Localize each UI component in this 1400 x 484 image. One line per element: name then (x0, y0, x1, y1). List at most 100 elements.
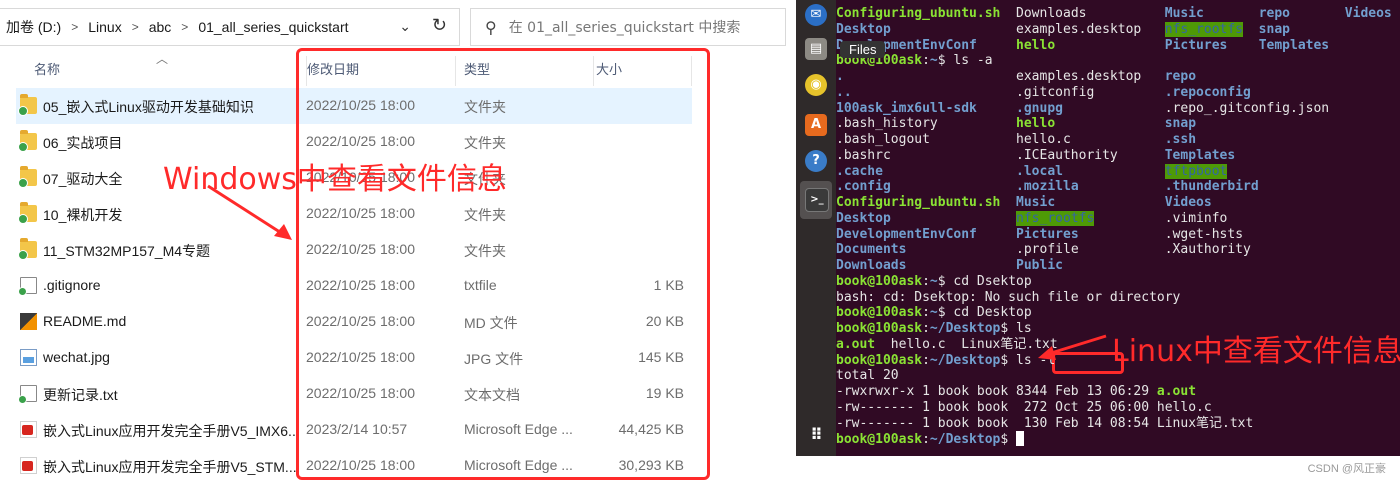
breadcrumb-current[interactable]: 01_all_series_quickstart (192, 19, 354, 35)
column-date[interactable]: 修改日期 (306, 56, 456, 86)
terminal-text: 100ask_imx6ull-sdk (836, 100, 977, 116)
terminal-line: bash: cd: Dsektop: No such file or direc… (836, 290, 1180, 306)
terminal-text: .gitconfig (851, 84, 1165, 100)
annotation-arrow (1038, 334, 1107, 360)
terminal-line: Documents .profile .Xauthority (836, 242, 1251, 258)
ubuntu-desktop: ✉ ▤ ◉ A ? >_ ⠿ Configuring_ubuntu.sh Dow… (796, 0, 1400, 482)
file-size: 20 KB (645, 313, 684, 329)
terminal-line: 100ask_imx6ull-sdk .gnupg .repo_.gitconf… (836, 101, 1329, 117)
terminal-text: a.out (836, 336, 876, 352)
terminal-text: hello (1016, 116, 1056, 132)
terminal-text: : (922, 321, 930, 336)
file-name: 07_驱动大全 (43, 171, 123, 187)
text-file-icon (18, 385, 37, 404)
terminal-text: .repo_.gitconfig.json (1063, 100, 1330, 116)
terminal-line: book@100ask:~$ cd Desktop (836, 305, 1032, 321)
terminal-text: hello.c Linux笔记.txt (875, 336, 1058, 352)
terminal-line: Configuring_ubuntu.sh Downloads Music re… (836, 6, 1392, 22)
address-bar[interactable]: 加卷 (D:) > Linux > abc > 01_all_series_qu… (0, 8, 460, 46)
terminal-text: Templates (1258, 37, 1330, 53)
terminal-text: ~ (929, 53, 938, 69)
terminal-text: ~ (929, 305, 938, 321)
terminal-text: $ cd Dsektop (937, 273, 1032, 289)
terminal-text: repo (1164, 69, 1197, 84)
terminal-text: repo (1258, 6, 1290, 21)
files-icon[interactable]: ▤ (805, 38, 827, 60)
folder-icon (18, 238, 37, 260)
file-row[interactable]: wechat.jpg 2022/10/25 18:00 JPG 文件 145 KB (16, 340, 692, 376)
search-placeholder[interactable]: 在 01_all_series_quickstart 中搜索 (509, 17, 741, 37)
terminal-text: book@100ask (836, 305, 923, 321)
terminal-text: : (922, 53, 930, 69)
column-name[interactable]: 名称 (34, 56, 298, 86)
show-apps-icon[interactable]: ⠿ (805, 424, 827, 446)
pdf-file-icon (20, 457, 37, 474)
chevron-right-icon: > (131, 20, 139, 34)
file-type: txtfile (464, 277, 497, 293)
terminal-text: .local (1016, 163, 1063, 179)
terminal-icon[interactable]: >_ (805, 188, 829, 212)
terminal-line: .bash_logout hello.c .ssh (836, 132, 1196, 148)
file-row[interactable]: 10_裸机开发 2022/10/25 18:00 文件夹 (16, 196, 692, 232)
terminal-text: book@100ask (836, 273, 923, 289)
folder-icon (18, 166, 37, 188)
terminal-text: examples.desktop (843, 69, 1165, 84)
file-name: wechat.jpg (43, 349, 110, 365)
terminal-line: Desktop nfs_rootfs .viminfo (836, 210, 1227, 227)
terminal-line: .bashrc .ICEauthority Templates (836, 148, 1235, 164)
help-icon[interactable]: ? (805, 150, 827, 172)
file-date: 2022/10/25 18:00 (306, 241, 415, 257)
terminal-line: .cache .local tftpboot (836, 163, 1228, 180)
terminal-text: $ cd Desktop (937, 305, 1032, 321)
chevron-right-icon: > (181, 20, 189, 34)
terminal-line: -rw------- 1 book book 272 Oct 25 06:00 … (836, 400, 1212, 416)
file-row[interactable]: .gitignore 2022/10/25 18:00 txtfile 1 KB (16, 268, 692, 304)
terminal-window[interactable]: Configuring_ubuntu.sh Downloads Music re… (836, 0, 1400, 456)
terminal-text: nfs_rootfs (1016, 210, 1095, 226)
terminal-text: ~/Desktop (929, 432, 1001, 448)
file-row[interactable]: README.md 2022/10/25 18:00 MD 文件 20 KB (16, 304, 692, 340)
terminal-text: : (922, 305, 930, 321)
column-size[interactable]: 大小 (596, 56, 692, 86)
terminal-text: Public (1016, 258, 1063, 273)
breadcrumb-abc[interactable]: abc (143, 19, 178, 35)
terminal-text: .bashrc .ICEauthority (836, 147, 1165, 163)
file-row[interactable]: 11_STM32MP157_M4专题 2022/10/25 18:00 文件夹 (16, 232, 692, 268)
file-type: Microsoft Edge ... (464, 421, 573, 437)
terminal-line: DevelopmentEnvConf hello Pictures Templa… (836, 38, 1329, 54)
terminal-text: Downloads (836, 258, 907, 273)
thunderbird-icon[interactable]: ✉ (805, 4, 827, 26)
terminal-text: .. (836, 84, 852, 100)
file-row[interactable]: 嵌入式Linux应用开发完全手册V5_IMX6... 2023/2/14 10:5… (16, 412, 692, 448)
breadcrumb-linux[interactable]: Linux (82, 19, 127, 35)
column-header: 名称 修改日期 类型 大小 (16, 56, 692, 86)
file-name: 嵌入式Linux应用开发完全手册V5_STM... (43, 459, 297, 475)
terminal-text: Configuring_ubuntu.sh (836, 195, 1001, 210)
terminal-text: .bash_history (836, 116, 1017, 132)
terminal-line: . examples.desktop repo (836, 69, 1196, 85)
file-row[interactable]: 嵌入式Linux应用开发完全手册V5_STM... 2022/10/25 18:0… (16, 448, 692, 484)
file-name: 更新记录.txt (43, 387, 118, 403)
search-box[interactable]: ⚲ 在 01_all_series_quickstart 中搜索 (470, 8, 786, 46)
software-center-icon[interactable]: A (805, 114, 827, 136)
file-size: 30,293 KB (618, 457, 684, 473)
file-row[interactable]: 05_嵌入式Linux驱动开发基础知识 2022/10/25 18:00 文件夹 (16, 88, 692, 124)
file-size: 1 KB (653, 277, 684, 293)
terminal-text: Downloads (1000, 6, 1165, 21)
refresh-icon[interactable]: ↻ (432, 15, 447, 36)
file-name: README.md (43, 313, 127, 329)
column-type[interactable]: 类型 (464, 56, 594, 86)
breadcrumb-drive[interactable]: 加卷 (D:) (0, 17, 67, 37)
rhythmbox-icon[interactable]: ◉ (805, 74, 827, 96)
chevron-down-icon[interactable]: ⌄ (399, 18, 411, 35)
file-date: 2022/10/25 18:00 (306, 349, 415, 365)
file-row[interactable]: 更新记录.txt 2022/10/25 18:00 文本文档 19 KB (16, 376, 692, 412)
terminal-text: -rwxrwxr-x 1 book book 8344 Feb 13 06:29 (836, 384, 1157, 399)
terminal-text: $ ls -a (937, 53, 993, 69)
